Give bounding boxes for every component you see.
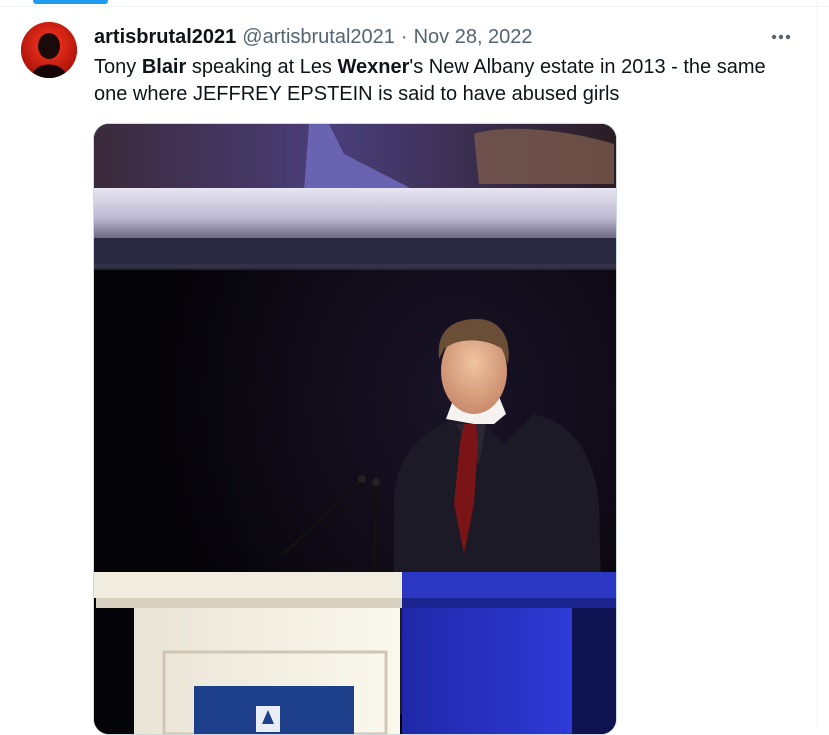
avatar-image xyxy=(21,22,77,78)
header-separator: · xyxy=(400,25,408,48)
tweet-text-highlight: Blair xyxy=(141,56,187,78)
tweet-text-part: speaking at Les xyxy=(186,56,338,78)
user-handle[interactable]: @artisbrutal2021 xyxy=(242,26,395,49)
column-border xyxy=(817,0,818,729)
tweet-text: Tony Blair speaking at Les Wexner's New … xyxy=(94,54,804,108)
more-button[interactable] xyxy=(764,24,798,50)
display-name[interactable]: artisbrutal2021 xyxy=(94,26,236,49)
tweet-header: artisbrutal2021 @artisbrutal2021 · Nov 2… xyxy=(94,24,533,50)
tweet-text-part: Tony xyxy=(94,56,142,78)
avatar[interactable] xyxy=(21,22,77,78)
tweet-photo[interactable] xyxy=(93,123,617,735)
photo-image xyxy=(94,124,616,734)
selected-tab-indicator xyxy=(33,0,108,4)
more-horizontal-icon xyxy=(771,34,791,40)
tweet-timestamp[interactable]: Nov 28, 2022 xyxy=(414,26,533,49)
top-divider xyxy=(0,0,829,7)
tweet-text-highlight: Wexner xyxy=(337,56,410,78)
